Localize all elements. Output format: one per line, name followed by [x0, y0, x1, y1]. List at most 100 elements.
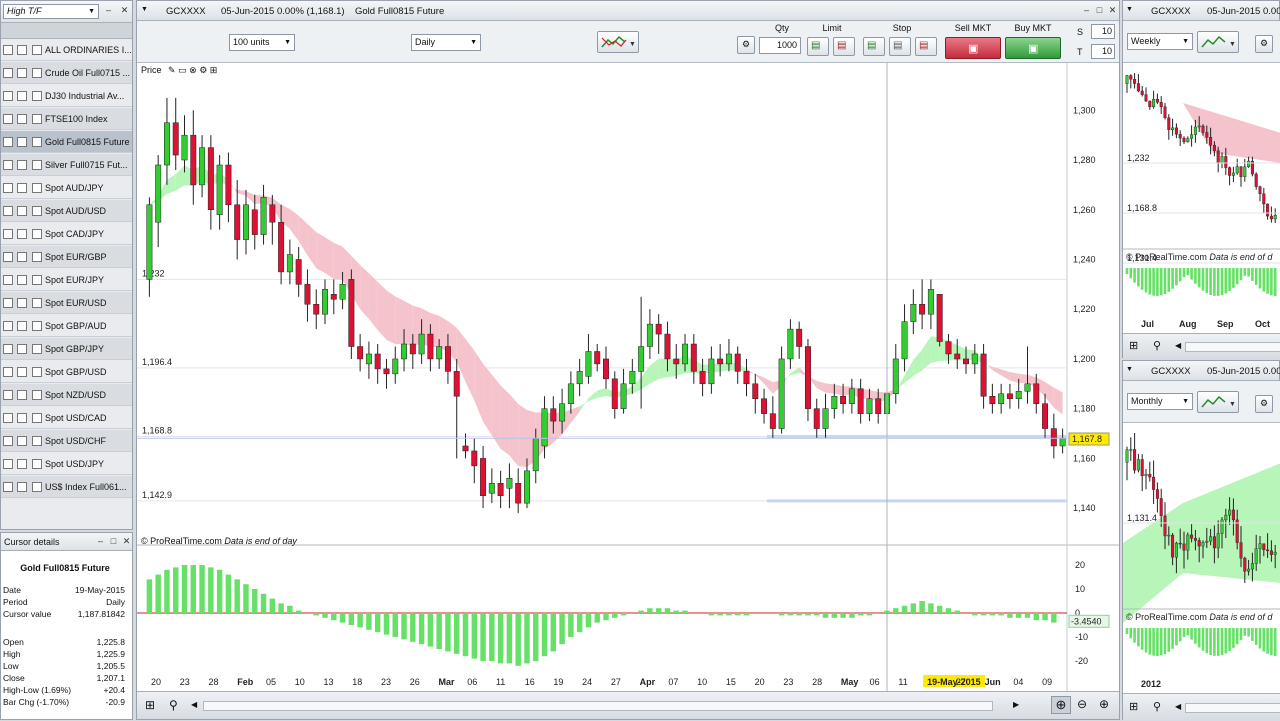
horizontal-scrollbar[interactable] — [1185, 342, 1280, 352]
zoom-in-icon[interactable]: ⊕ — [1099, 697, 1109, 711]
minimize-icon[interactable]: – — [95, 536, 106, 547]
order-ticket-button[interactable]: ⚙ — [737, 36, 755, 54]
chart-icon[interactable] — [17, 367, 27, 377]
watchlist-row[interactable]: DJ30 Industrial Av... — [1, 85, 132, 107]
chart-icon[interactable] — [32, 160, 42, 170]
buy-mkt-button[interactable]: ▣ — [1005, 37, 1061, 59]
chart-icon[interactable] — [32, 229, 42, 239]
chart-icon[interactable] — [17, 137, 27, 147]
stop-sell-button[interactable]: ▤ — [915, 37, 937, 56]
weekly-indicators-button[interactable]: ▼ — [1197, 31, 1239, 53]
chart-icon[interactable] — [32, 367, 42, 377]
resize-icon[interactable]: ⊞ — [210, 65, 218, 75]
price-chart[interactable]: 1,300 1,280 1,260 1,240 1,220 1,200 1,180 1,160… — [137, 63, 1119, 691]
chart-icon[interactable] — [3, 206, 13, 216]
watchlist-row[interactable]: ALL ORDINARIES I... — [1, 39, 132, 61]
chart-icon[interactable] — [3, 436, 13, 446]
chart-icon[interactable] — [32, 413, 42, 423]
chart-icon[interactable] — [3, 459, 13, 469]
chart-layout-icon[interactable]: ⊞ — [1129, 700, 1138, 713]
chart-icon[interactable] — [32, 298, 42, 308]
tools-icon[interactable]: ⚲ — [1153, 700, 1161, 713]
chart-icon[interactable] — [3, 413, 13, 423]
close-icon[interactable]: ✕ — [119, 5, 130, 16]
chevron-down-icon[interactable]: ▼ — [1126, 6, 1133, 13]
chart-icon[interactable] — [32, 206, 42, 216]
close-icon[interactable]: ✕ — [1107, 5, 1118, 16]
watchlist-row[interactable]: Crude Oil Full0715 ... — [1, 62, 132, 84]
chart-icon[interactable] — [32, 114, 42, 124]
timeframe-select[interactable]: High T/F ▼ — [3, 4, 99, 19]
chart-icon[interactable] — [3, 45, 13, 55]
minimize-icon[interactable]: – — [1081, 5, 1092, 16]
chart-icon[interactable] — [17, 275, 27, 285]
chart-icon[interactable] — [17, 229, 27, 239]
chart-icon[interactable] — [3, 367, 13, 377]
chart-icon[interactable] — [17, 436, 27, 446]
chart-icon[interactable] — [3, 137, 13, 147]
minimize-icon[interactable]: – — [103, 5, 114, 16]
watchlist-row[interactable]: Spot EUR/GBP — [1, 246, 132, 268]
chart-icon[interactable] — [3, 298, 13, 308]
chart-icon[interactable] — [3, 482, 13, 492]
chart-icon[interactable] — [32, 321, 42, 331]
chart-icon[interactable] — [32, 137, 42, 147]
close-icon[interactable]: ✕ — [121, 536, 132, 547]
zoom-tool-icon[interactable]: ⊕ — [1051, 696, 1071, 714]
watchlist-row[interactable]: Spot GBP/JPY — [1, 338, 132, 360]
chart-icon[interactable] — [3, 321, 13, 331]
chart-icon[interactable] — [3, 390, 13, 400]
horizontal-scrollbar[interactable] — [1185, 703, 1280, 713]
watchlist-row[interactable]: Spot EUR/USD — [1, 292, 132, 314]
chart-icon[interactable] — [3, 114, 13, 124]
units-select[interactable]: 100 units ▼ — [229, 34, 295, 51]
chart-icon[interactable] — [32, 275, 42, 285]
s-input[interactable]: 10 — [1091, 24, 1115, 39]
watchlist-row[interactable]: Spot USD/CAD — [1, 407, 132, 429]
watchlist-row[interactable]: Spot NZD/USD — [1, 384, 132, 406]
watchlist-row[interactable]: Spot GBP/USD — [1, 361, 132, 383]
chevron-down-icon[interactable]: ▼ — [141, 6, 148, 13]
chart-icon[interactable] — [17, 321, 27, 331]
chart-icon[interactable] — [32, 390, 42, 400]
maximize-icon[interactable]: □ — [1094, 5, 1105, 16]
stop-mid-button[interactable]: ▤ — [889, 37, 911, 56]
chart-icon[interactable] — [32, 252, 42, 262]
t-input[interactable]: 10 — [1091, 44, 1115, 59]
chart-icon[interactable] — [32, 459, 42, 469]
stop-buy-button[interactable]: ▤ — [863, 37, 885, 56]
chart-icon[interactable] — [3, 344, 13, 354]
monthly-period-select[interactable]: Monthly ▼ — [1127, 393, 1193, 410]
chart-icon[interactable] — [32, 482, 42, 492]
chart-layout-icon[interactable]: ⊞ — [1129, 339, 1138, 352]
indicators-button[interactable]: ▼ — [597, 31, 639, 53]
window-icon[interactable]: ▭ — [178, 65, 187, 75]
maximize-icon[interactable]: □ — [108, 536, 119, 547]
watchlist-row[interactable]: Spot EUR/JPY — [1, 269, 132, 291]
chart-icon[interactable] — [32, 45, 42, 55]
chart-icon[interactable] — [17, 390, 27, 400]
limit-buy-button[interactable]: ▤ — [807, 37, 829, 56]
chart-icon[interactable] — [17, 206, 27, 216]
sell-mkt-button[interactable]: ▣ — [945, 37, 1001, 59]
watchlist-row[interactable]: Spot CAD/JPY — [1, 223, 132, 245]
scroll-right-icon[interactable]: ▶ — [1013, 700, 1019, 709]
tools-icon[interactable]: ⚲ — [169, 698, 178, 712]
watchlist-row[interactable]: Spot USD/JPY — [1, 453, 132, 475]
horizontal-scrollbar[interactable] — [203, 701, 993, 711]
watchlist-row[interactable]: Spot USD/CHF — [1, 430, 132, 452]
watchlist-row[interactable]: Silver Full0715 Fut... — [1, 154, 132, 176]
watchlist-row[interactable]: Gold Full0815 Future — [1, 131, 132, 153]
weekly-chart[interactable]: 1,2321,168.81,131.4© ProRealTime.com Dat… — [1123, 63, 1280, 333]
chart-icon[interactable] — [17, 298, 27, 308]
period-select[interactable]: Daily ▼ — [411, 34, 481, 51]
chart-icon[interactable] — [3, 91, 13, 101]
chart-icon[interactable] — [32, 91, 42, 101]
chart-icon[interactable] — [3, 68, 13, 78]
close-circle-icon[interactable]: ⊗ — [189, 65, 197, 75]
chart-icon[interactable] — [17, 91, 27, 101]
watchlist-row[interactable]: US$ Index Full061... — [1, 476, 132, 498]
watchlist-row[interactable]: FTSE100 Index — [1, 108, 132, 130]
weekly-period-select[interactable]: Weekly ▼ — [1127, 33, 1193, 50]
limit-sell-button[interactable]: ▤ — [833, 37, 855, 56]
